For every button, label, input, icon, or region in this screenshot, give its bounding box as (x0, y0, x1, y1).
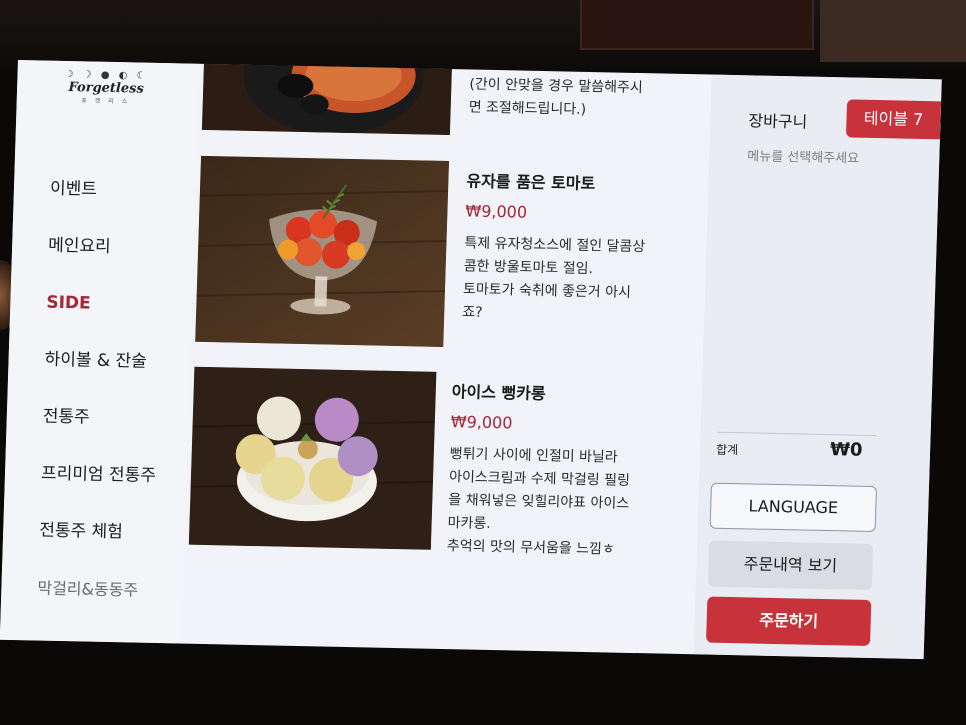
menu-list: (간이 안맞을 경우 말씀해주시 면 조절해드립니다.) 유자를 품은 토마토 … (186, 60, 704, 654)
cart-title: 장바구니 (748, 111, 808, 132)
cart-empty-message: 메뉴를 선택해주세요 (747, 149, 860, 167)
sidebar-item-makgeolli[interactable]: 막걸리&동동주 (1, 559, 185, 620)
sidebar-item-traditional-liquor[interactable]: 전통주 (6, 388, 190, 449)
table-number-badge: 테이블 7 (845, 99, 942, 140)
logo-subtitle: 포 겟 리 스 (81, 97, 131, 106)
background-poster (820, 0, 966, 62)
sidebar-item-event[interactable]: 이벤트 (13, 160, 197, 221)
kiosk-screen: ☽ ☽ ● ◐ ☾ Forgetless 포 겟 리 스 이벤트 메인요리 SI… (0, 60, 942, 660)
background-frame (580, 0, 814, 50)
sidebar: ☽ ☽ ● ◐ ☾ Forgetless 포 겟 리 스 이벤트 메인요리 SI… (0, 60, 200, 644)
menu-item-name: 아이스 뻥카롱 (451, 382, 546, 404)
sidebar-item-premium-traditional[interactable]: 프리미엄 전통주 (4, 445, 188, 506)
menu-item-price: ₩9,000 (465, 201, 528, 222)
order-history-button[interactable]: 주문내역 보기 (707, 540, 874, 590)
place-order-button[interactable]: 주문하기 (706, 596, 872, 646)
menu-item-ice-ppeongkarong[interactable]: 아이스 뻥카롱 ₩9,000 뻥튀기 사이에 인절미 바닐라 아이스크림과 수제… (188, 366, 694, 558)
menu-item-yuja-tomato[interactable]: 유자를 품은 토마토 ₩9,000 특제 유자청소스에 절인 달콤상 콤한 방울… (195, 155, 701, 347)
menu-item-description: 뻥튀기 사이에 인절미 바닐라 아이스크림과 수제 막걸링 필링 을 채워넣은 … (446, 446, 631, 558)
total-label: 합계 (715, 442, 739, 458)
logo-name: Forgetless (68, 80, 145, 97)
sidebar-item-main-dishes[interactable]: 메인요리 (11, 217, 195, 278)
sidebar-item-side[interactable]: SIDE (9, 274, 193, 335)
menu-item-photo (201, 60, 456, 136)
language-button[interactable]: LANGUAGE (709, 482, 877, 533)
menu-item-name: 유자를 품은 토마토 (466, 171, 596, 194)
sidebar-item-highball[interactable]: 하이볼 & 잔술 (8, 331, 192, 392)
menu-item-description: 특제 유자청소스에 절인 달콤상 콤한 방울토마토 절임. 토마토가 숙취에 좋… (462, 235, 646, 321)
sidebar-item-traditional-experience[interactable]: 전통주 체험 (2, 502, 186, 563)
total-value: ₩0 (829, 439, 863, 461)
menu-item-description: (간이 안맞을 경우 말씀해주시 면 조절해드립니다.) (468, 76, 644, 118)
logo: ☽ ☽ ● ◐ ☾ Forgetless 포 겟 리 스 (61, 69, 152, 106)
cart-panel: 장바구니 테이블 7 메뉴를 선택해주세요 합계 ₩0 LANGUAGE 주문내… (693, 74, 942, 660)
cart-divider (716, 431, 877, 437)
category-nav: 이벤트 메인요리 SIDE 하이볼 & 잔술 전통주 프리미엄 전통주 전통주 … (1, 160, 197, 620)
menu-item-photo (188, 366, 437, 550)
menu-item-price: ₩9,000 (450, 412, 513, 433)
menu-item-photo (195, 155, 450, 347)
